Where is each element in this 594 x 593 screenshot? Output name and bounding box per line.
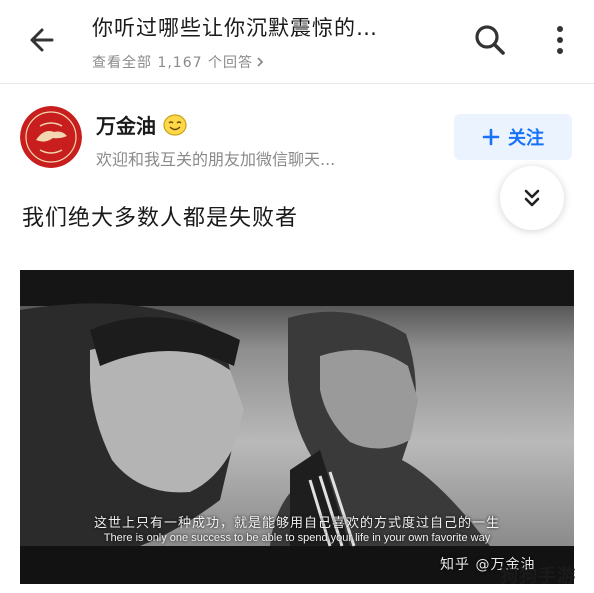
question-title[interactable]: 你听过哪些让你沉默震惊的… <box>92 12 452 42</box>
site-watermark: 狗狗手游 <box>500 566 576 587</box>
subtitle-english: There is only one success to be able to … <box>103 532 491 544</box>
follow-label: 关注 <box>508 128 544 149</box>
question-title-block[interactable]: 你听过哪些让你沉默震惊的… 查看全部 1,167 个回答 <box>92 12 452 72</box>
subtitle-chinese: 这世上只有一种成功，就是能够用自己喜欢的方式度过自己的一生 <box>93 516 500 531</box>
author-bio: 欢迎和我互关的朋友加微信聊天... <box>96 150 336 169</box>
avatar[interactable] <box>20 106 82 168</box>
plus-icon <box>482 128 500 146</box>
author-row: 万金油 欢迎和我互关的朋友加微信聊天... 关注 <box>0 96 594 176</box>
chevron-right-icon <box>257 57 264 67</box>
more-options-button[interactable] <box>540 18 580 62</box>
view-all-answers-link[interactable]: 查看全部 1,167 个回答 <box>92 52 452 72</box>
search-icon <box>475 25 505 55</box>
top-bar: 你听过哪些让你沉默震惊的… 查看全部 1,167 个回答 <box>0 0 594 84</box>
arrow-left-icon <box>30 28 54 52</box>
answer-text: 我们绝大多数人都是失败者 <box>22 206 299 231</box>
view-all-answers-label: 查看全部 1,167 个回答 <box>92 55 253 71</box>
answer-image[interactable]: 这世上只有一种成功，就是能够用自己喜欢的方式度过自己的一生 There is o… <box>20 270 574 584</box>
author-name-block[interactable]: 万金油 <box>96 110 188 139</box>
search-button[interactable] <box>468 18 512 62</box>
avatar-logo <box>20 106 82 168</box>
back-button[interactable] <box>20 18 64 62</box>
smile-emoji-icon <box>163 113 187 136</box>
collapse-button[interactable] <box>500 166 564 230</box>
double-chevron-down-icon <box>524 189 540 207</box>
follow-button[interactable]: 关注 <box>454 114 572 160</box>
author-name[interactable]: 万金油 <box>96 110 156 139</box>
more-vertical-icon <box>557 26 563 54</box>
